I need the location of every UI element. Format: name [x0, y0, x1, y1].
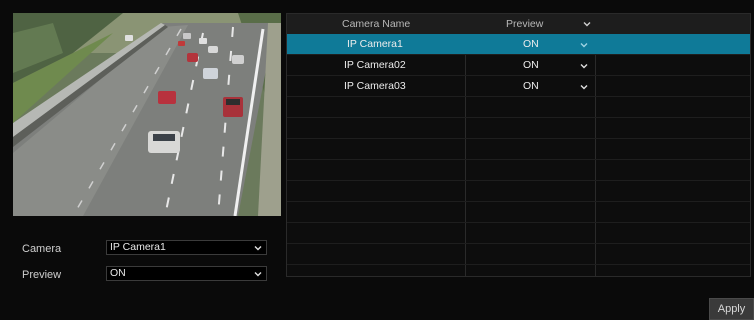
chevron-down-icon[interactable] — [583, 20, 591, 28]
table-row-empty — [287, 202, 750, 223]
table-row-empty — [287, 181, 750, 202]
table-row-empty — [287, 139, 750, 160]
camera-select-value: IP Camera1 — [110, 241, 166, 253]
row-camera-name: IP Camera1 — [347, 38, 403, 50]
chevron-down-icon[interactable] — [580, 83, 588, 91]
preview-select[interactable]: ON — [106, 266, 267, 281]
row-camera-name: IP Camera03 — [344, 80, 406, 92]
table-row[interactable]: IP Camera1 ON — [287, 34, 750, 55]
header-preview[interactable]: Preview — [506, 18, 543, 30]
preview-select-value: ON — [110, 267, 126, 279]
table-row[interactable]: IP Camera03 ON — [287, 76, 750, 97]
camera-table: Camera Name Preview IP Camera1 ON IP Cam… — [286, 13, 751, 277]
chevron-down-icon[interactable] — [580, 41, 588, 49]
camera-select[interactable]: IP Camera1 — [106, 240, 267, 255]
camera-preview-image — [13, 13, 281, 216]
header-camera-name[interactable]: Camera Name — [342, 18, 410, 30]
table-row-empty — [287, 97, 750, 118]
row-camera-name: IP Camera02 — [344, 59, 406, 71]
camera-label: Camera — [22, 243, 62, 255]
table-row-empty — [287, 223, 750, 244]
apply-button[interactable]: Apply — [709, 298, 754, 320]
row-preview-value: ON — [523, 38, 539, 50]
chevron-down-icon — [254, 246, 262, 251]
row-preview-value: ON — [523, 59, 539, 71]
table-row[interactable]: IP Camera02 ON — [287, 55, 750, 76]
table-row-empty — [287, 118, 750, 139]
row-preview-value: ON — [523, 80, 539, 92]
chevron-down-icon[interactable] — [580, 62, 588, 70]
chevron-down-icon — [254, 272, 262, 277]
table-row-empty — [287, 160, 750, 181]
preview-label: Preview — [22, 269, 62, 281]
table-row-empty — [287, 244, 750, 265]
table-header: Camera Name Preview — [287, 14, 750, 35]
